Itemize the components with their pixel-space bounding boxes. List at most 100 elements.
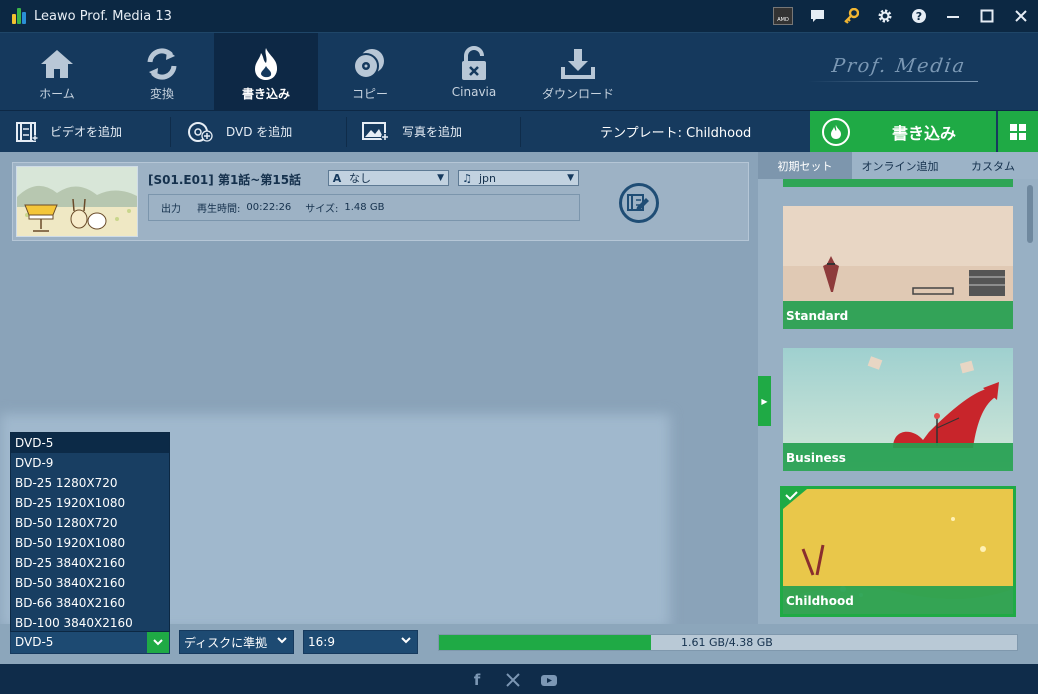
- nav-label: Cinavia: [451, 85, 497, 99]
- dropdown-option[interactable]: BD-25 1920X1080: [11, 493, 169, 513]
- chat-icon[interactable]: [800, 0, 834, 32]
- disc-capacity-bar: 1.61 GB/4.38 GB: [438, 634, 1018, 651]
- dropdown-option[interactable]: BD-50 3840X2160: [11, 573, 169, 593]
- dropdown-option[interactable]: BD-100 3840X2160: [11, 613, 169, 633]
- template-childhood[interactable]: Childhood: [780, 486, 1016, 617]
- minimize-icon[interactable]: [936, 0, 970, 32]
- file-item[interactable]: [S01.E01] 第1話~第15話 A なし ▼ ♫ jpn ▼ 出力 再生時…: [12, 162, 749, 241]
- burn-icon: [249, 47, 283, 81]
- audio-select[interactable]: ♫ jpn ▼: [458, 170, 579, 186]
- aspect-value: 16:9: [308, 635, 335, 649]
- toolbar-divider: [346, 117, 347, 147]
- toolbar: ビデオを追加 DVD を追加 写真を追加 テンプレート: Childhood 書…: [0, 110, 1038, 152]
- tab-custom[interactable]: カスタム: [948, 152, 1038, 179]
- key-icon[interactable]: [834, 0, 868, 32]
- nav-label: ホーム: [39, 87, 75, 101]
- main-nav: ホーム 変換 書き込み コピー Cinavia ダウンロード Prof. Med…: [0, 32, 1038, 111]
- template-scrollbar[interactable]: [1027, 185, 1033, 243]
- photo-icon: [362, 121, 390, 142]
- tab-online[interactable]: オンライン追加: [852, 152, 948, 179]
- toolbar-divider: [520, 117, 521, 147]
- size-label: サイズ:: [305, 204, 339, 215]
- x-icon[interactable]: [503, 670, 523, 690]
- aspect-select[interactable]: 16:9: [303, 630, 418, 654]
- quality-select[interactable]: ディスクに準拠: [179, 630, 294, 654]
- selected-check-icon: [783, 489, 807, 509]
- gear-icon[interactable]: [868, 0, 902, 32]
- edit-video-icon: [627, 194, 649, 211]
- nav-label: コピー: [351, 87, 388, 101]
- help-icon[interactable]: ?: [902, 0, 936, 32]
- add-dvd-button[interactable]: DVD を追加: [188, 111, 292, 152]
- dropdown-option[interactable]: BD-25 1280X720: [11, 473, 169, 493]
- audio-value: jpn: [479, 171, 497, 185]
- close-icon[interactable]: [1004, 0, 1038, 32]
- nav-label: ダウンロード: [541, 87, 614, 101]
- add-dvd-label: DVD を追加: [226, 125, 293, 139]
- template-standard[interactable]: Standard: [783, 206, 1013, 329]
- burn-button[interactable]: 書き込み: [810, 111, 996, 152]
- duration-value: 00:22:26: [246, 202, 292, 213]
- toolbar-divider: [170, 117, 171, 147]
- nav-cinavia[interactable]: Cinavia: [422, 33, 526, 111]
- duration-label: 再生時間:: [197, 204, 241, 215]
- file-title: [S01.E01] 第1話~第15話: [148, 173, 302, 187]
- disc-type-dropdown: DVD-5 DVD-9 BD-25 1280X720 BD-25 1920X10…: [10, 432, 170, 632]
- disc-type-select[interactable]: DVD-5: [10, 630, 170, 654]
- template-tabs: 初期セット オンライン追加 カスタム: [758, 152, 1038, 179]
- chevron-down-icon: ▼: [437, 173, 444, 183]
- disc-add-icon: [188, 121, 214, 143]
- grid-icon: [1010, 123, 1026, 140]
- edit-button[interactable]: [619, 183, 659, 223]
- add-video-button[interactable]: ビデオを追加: [16, 111, 122, 152]
- current-template-label: テンプレート: Childhood: [600, 126, 752, 141]
- burn-icon: [822, 117, 850, 146]
- maximize-icon[interactable]: [970, 0, 1004, 32]
- add-photo-label: 写真を追加: [402, 125, 463, 139]
- add-video-label: ビデオを追加: [50, 125, 123, 139]
- template-name: Standard: [786, 309, 849, 323]
- subtitle-select[interactable]: A なし ▼: [328, 170, 449, 186]
- dropdown-option[interactable]: DVD-5: [11, 433, 169, 453]
- cinavia-icon: [457, 46, 491, 81]
- dropdown-option[interactable]: BD-66 3840X2160: [11, 593, 169, 613]
- nav-download[interactable]: ダウンロード: [526, 33, 630, 111]
- size-value: 1.48 GB: [344, 202, 385, 213]
- nav-burn[interactable]: 書き込み: [214, 33, 318, 111]
- youtube-icon[interactable]: [539, 670, 559, 690]
- disc-type-value: DVD-5: [15, 635, 54, 649]
- add-photo-button[interactable]: 写真を追加: [362, 111, 462, 152]
- dropdown-option[interactable]: BD-25 3840X2160: [11, 553, 169, 573]
- template-business[interactable]: Business: [783, 348, 1013, 471]
- video-thumbnail: [16, 166, 138, 237]
- panel-toggle-button[interactable]: ▶: [758, 376, 771, 426]
- music-icon: ♫: [462, 171, 472, 185]
- nav-copy[interactable]: コピー: [318, 33, 422, 111]
- grid-view-button[interactable]: [998, 111, 1038, 152]
- facebook-icon[interactable]: f: [467, 670, 487, 690]
- download-icon: [560, 47, 596, 81]
- svg-text:?: ?: [916, 10, 922, 23]
- template-name: Childhood: [786, 594, 854, 608]
- convert-icon: [145, 47, 179, 81]
- subtitle-value: なし: [349, 172, 371, 185]
- dropdown-option[interactable]: BD-50 1920X1080: [11, 533, 169, 553]
- chevron-down-icon: [277, 634, 287, 647]
- dropdown-option[interactable]: DVD-9: [11, 453, 169, 473]
- template-partial: [783, 179, 1013, 187]
- output-label: 出力: [161, 204, 181, 215]
- nav-convert[interactable]: 変換: [110, 33, 214, 111]
- nav-label: 書き込み: [241, 87, 290, 101]
- title-bar: Leawo Prof. Media 13 AMD ?: [0, 0, 1038, 32]
- app-title: Leawo Prof. Media 13: [34, 8, 172, 24]
- app-logo-icon: [12, 8, 26, 24]
- chevron-down-icon: [401, 634, 411, 647]
- brand-underline: [808, 81, 978, 82]
- film-icon: [16, 121, 38, 142]
- nav-home[interactable]: ホーム: [5, 33, 109, 111]
- tab-presets[interactable]: 初期セット: [758, 152, 852, 179]
- capacity-text: 1.61 GB/4.38 GB: [681, 636, 773, 649]
- amd-icon[interactable]: AMD: [766, 0, 800, 32]
- dropdown-option[interactable]: BD-50 1280X720: [11, 513, 169, 533]
- chevron-down-icon: [147, 631, 169, 653]
